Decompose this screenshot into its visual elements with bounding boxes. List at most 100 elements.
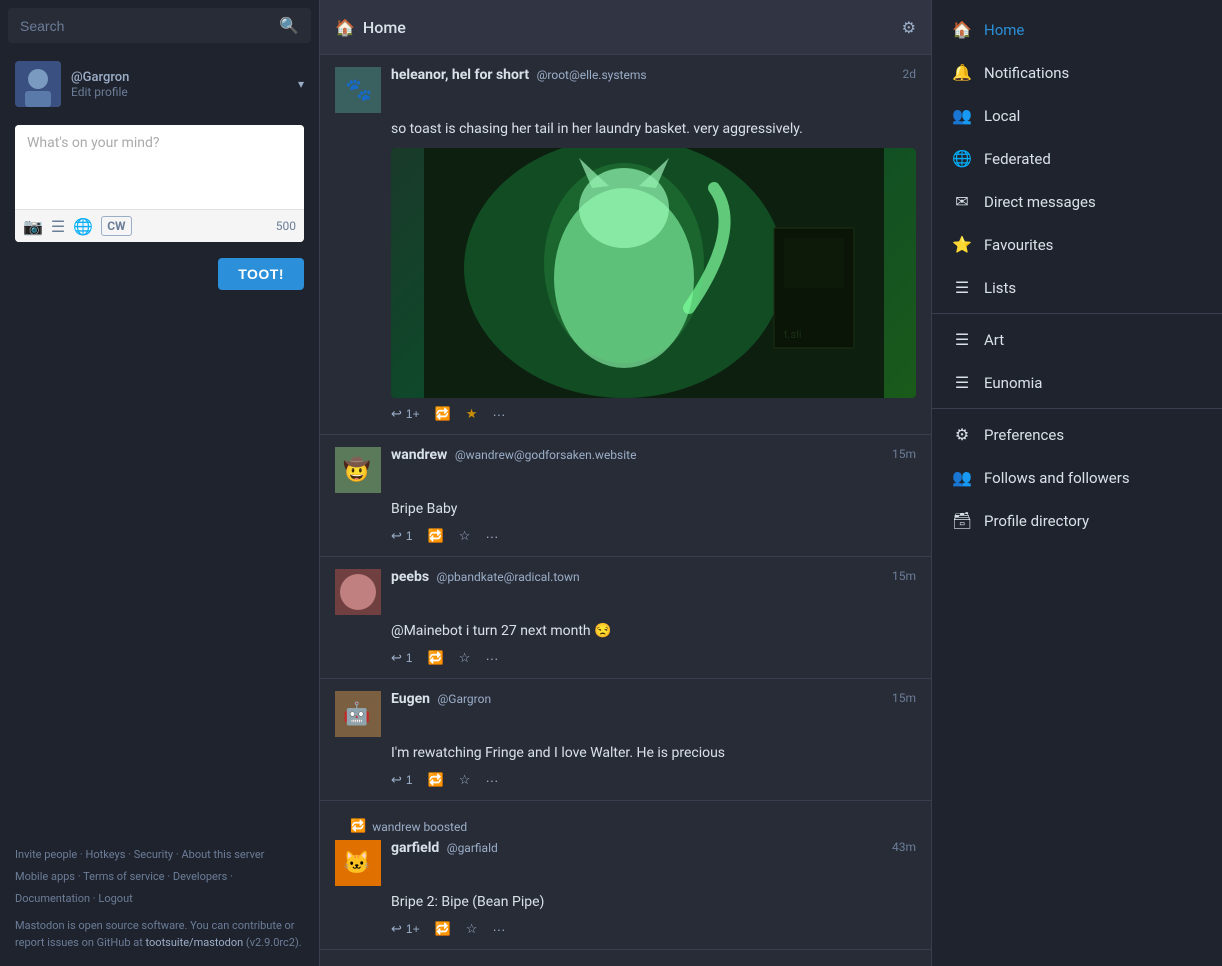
- globe-icon[interactable]: 🌐: [73, 217, 93, 236]
- terms-link[interactable]: Terms of service: [83, 870, 164, 883]
- post-content-2: Bripe Baby: [391, 499, 916, 520]
- fav-button-2[interactable]: ☆: [459, 528, 471, 544]
- post-image-1[interactable]: t.sli: [391, 148, 916, 398]
- invite-people-link[interactable]: Invite people: [15, 848, 77, 861]
- nav-item-preferences[interactable]: ⚙ Preferences: [932, 413, 1222, 456]
- boost-indicator-5: 🔁 wandrew boosted: [335, 813, 916, 834]
- more-button-2[interactable]: ···: [485, 529, 498, 544]
- more-button-5[interactable]: ···: [492, 922, 505, 937]
- post-handle-3: @pbandkate@radical.town: [437, 570, 580, 584]
- mobile-apps-link[interactable]: Mobile apps: [15, 870, 75, 883]
- avatar: [15, 61, 61, 107]
- nav-item-profile-directory[interactable]: 🗃 Profile directory: [932, 499, 1222, 542]
- dropdown-icon[interactable]: ▾: [298, 77, 304, 91]
- fav-button-3[interactable]: ☆: [459, 650, 471, 666]
- boost-button-2[interactable]: 🔁: [428, 528, 444, 544]
- local-nav-icon: 👥: [952, 106, 972, 125]
- nav-label-direct-messages: Direct messages: [984, 193, 1096, 211]
- boost-button-3[interactable]: 🔁: [428, 650, 444, 666]
- feed-scroll[interactable]: 🐾 heleanor, hel for short @root@elle.sys…: [320, 55, 931, 966]
- about-link[interactable]: About this server: [181, 848, 264, 861]
- nav-label-follows-followers: Follows and followers: [984, 469, 1130, 487]
- boost-indicator-6: 🔁 wandrew boosted: [335, 962, 916, 966]
- svg-text:🤖: 🤖: [343, 701, 370, 727]
- feed-settings-icon[interactable]: ⚙: [902, 18, 916, 37]
- search-icon[interactable]: 🔍: [279, 16, 299, 35]
- nav-item-favourites[interactable]: ⭐ Favourites: [932, 223, 1222, 266]
- post-5: 🔁 wandrew boosted 🐱 garfield @garfiald 4…: [320, 801, 931, 950]
- logout-link[interactable]: Logout: [98, 892, 132, 905]
- nav-item-lists[interactable]: ☰ Lists: [932, 266, 1222, 309]
- repo-link[interactable]: tootsuite/mastodon: [146, 936, 244, 949]
- left-sidebar: 🔍 @Gargron Edit profile ▾ 📷 ☰ 🌐 CW 5: [0, 0, 320, 966]
- federated-nav-icon: 🌐: [952, 149, 972, 168]
- toot-button-wrap: TOOT!: [0, 250, 319, 298]
- list-icon[interactable]: ☰: [51, 217, 65, 236]
- nav-item-local[interactable]: 👥 Local: [932, 94, 1222, 137]
- nav-item-home[interactable]: 🏠 Home: [932, 8, 1222, 51]
- post-time-2: 15m: [892, 447, 916, 461]
- compose-textarea[interactable]: [15, 125, 304, 205]
- nav-label-preferences: Preferences: [984, 426, 1064, 444]
- home-nav-icon: 🏠: [952, 20, 972, 39]
- nav-label-eunomia: Eunomia: [984, 374, 1042, 392]
- nav-item-notifications[interactable]: 🔔 Notifications: [932, 51, 1222, 94]
- boost-button-4[interactable]: 🔁: [428, 772, 444, 788]
- nav-item-federated[interactable]: 🌐 Federated: [932, 137, 1222, 180]
- fav-button-4[interactable]: ☆: [459, 772, 471, 788]
- toot-button[interactable]: TOOT!: [218, 258, 304, 290]
- post-content-5: Bripe 2: Bipe (Bean Pipe): [391, 892, 916, 913]
- edit-profile-link[interactable]: Edit profile: [71, 85, 288, 99]
- post-avatar-4: 🤖: [335, 691, 381, 737]
- search-input[interactable]: [20, 18, 279, 34]
- post-handle-5: @garfiald: [447, 841, 498, 855]
- feed-header: 🏠 Home ⚙: [320, 0, 931, 55]
- fav-button-1[interactable]: ★: [466, 406, 478, 422]
- boost-button-1[interactable]: 🔁: [435, 406, 451, 422]
- nav-label-federated: Federated: [984, 150, 1051, 168]
- reply-button-3[interactable]: ↩ 1: [391, 650, 413, 666]
- nav-divider-1: [932, 313, 1222, 314]
- post-time-1: 2d: [902, 67, 916, 81]
- notifications-nav-icon: 🔔: [952, 63, 972, 82]
- reply-button-5[interactable]: ↩ 1+: [391, 921, 420, 937]
- nav-label-profile-directory: Profile directory: [984, 512, 1089, 530]
- reply-button-1[interactable]: ↩ 1+: [391, 406, 420, 422]
- reply-button-2[interactable]: ↩ 1: [391, 528, 413, 544]
- footer-links: Invite people · Hotkeys · Security · Abo…: [15, 844, 304, 910]
- post-actions-2: ↩ 1 🔁 ☆ ···: [391, 528, 916, 544]
- main-feed: 🏠 Home ⚙ 🐾 heleanor, hel for short @root…: [320, 0, 932, 966]
- post-6: 🔁 wandrew boosted 🤠: [320, 950, 931, 966]
- nav-label-favourites: Favourites: [984, 236, 1053, 254]
- nav-item-art[interactable]: ☰ Art: [932, 318, 1222, 361]
- post-author-3: peebs: [391, 569, 429, 585]
- post-content-1: so toast is chasing her tail in her laun…: [391, 119, 916, 398]
- more-button-3[interactable]: ···: [485, 651, 498, 666]
- cw-button[interactable]: CW: [101, 216, 131, 236]
- reply-button-4[interactable]: ↩ 1: [391, 772, 413, 788]
- follows-followers-nav-icon: 👥: [952, 468, 972, 487]
- security-link[interactable]: Security: [134, 848, 173, 861]
- boost-button-5[interactable]: 🔁: [435, 921, 451, 937]
- nav-item-eunomia[interactable]: ☰ Eunomia: [932, 361, 1222, 404]
- camera-icon[interactable]: 📷: [23, 217, 43, 236]
- documentation-link[interactable]: Documentation: [15, 892, 90, 905]
- svg-text:t.sli: t.sli: [784, 328, 802, 341]
- fav-button-5[interactable]: ☆: [466, 921, 478, 937]
- post-avatar-1: 🐾: [335, 67, 381, 113]
- hotkeys-link[interactable]: Hotkeys: [86, 848, 126, 861]
- nav-item-direct-messages[interactable]: ✉ Direct messages: [932, 180, 1222, 223]
- profile-directory-nav-icon: 🗃: [952, 511, 972, 530]
- nav-item-follows-followers[interactable]: 👥 Follows and followers: [932, 456, 1222, 499]
- post-time-3: 15m: [892, 569, 916, 583]
- post-handle-1: @root@elle.systems: [537, 68, 647, 82]
- post-author-5: garfield: [391, 840, 439, 856]
- developers-link[interactable]: Developers: [173, 870, 227, 883]
- post-3: peebs @pbandkate@radical.town 15m @Maine…: [320, 557, 931, 679]
- svg-text:🤠: 🤠: [343, 456, 370, 483]
- nav-section: 🏠 Home 🔔 Notifications 👥 Local 🌐 Federat…: [932, 0, 1222, 550]
- post-time-4: 15m: [892, 691, 916, 705]
- more-button-1[interactable]: ···: [492, 407, 505, 422]
- nav-label-lists: Lists: [984, 279, 1016, 297]
- more-button-4[interactable]: ···: [485, 773, 498, 788]
